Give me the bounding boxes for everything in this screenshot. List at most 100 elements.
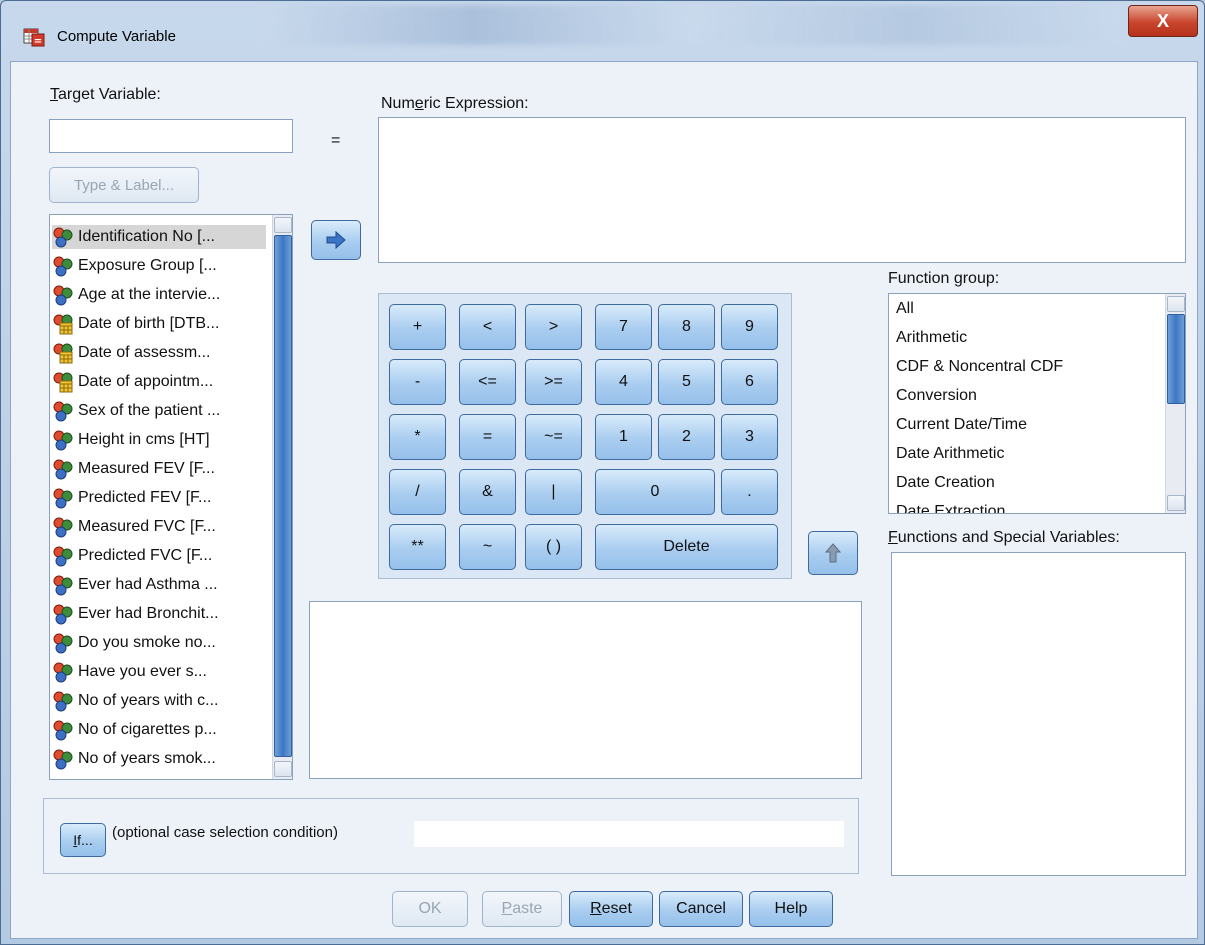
variable-label: Height in cms [HT] [78, 431, 210, 448]
variable-list-item[interactable]: No of years with c... [52, 689, 266, 713]
variable-label: No of years with c... [78, 692, 219, 709]
keypad-k9-button[interactable]: 9 [721, 304, 778, 350]
keypad-mult-button[interactable]: * [389, 414, 446, 460]
keypad-le-button[interactable]: <= [459, 359, 516, 405]
variable-list-item[interactable]: Date of appointm... [52, 370, 266, 394]
variable-list-item[interactable]: Measured FEV [F... [52, 457, 266, 481]
variable-list-item[interactable]: Identification No [... [52, 225, 266, 249]
type-and-label-button[interactable]: Type & Label... [49, 167, 199, 203]
numeric-expression-input[interactable] [378, 117, 1186, 263]
keypad-pow-button[interactable]: ** [389, 524, 446, 570]
variable-list-item[interactable]: No of years smok... [52, 747, 266, 771]
function-group-item[interactable]: CDF & Noncentral CDF [896, 358, 1063, 376]
if-button[interactable]: If... [60, 823, 106, 857]
function-group-item[interactable]: Arithmetic [896, 329, 967, 347]
nominal-variable-icon [53, 662, 73, 683]
function-group-item[interactable]: Date Creation [896, 474, 995, 492]
variables-scrollbar[interactable] [272, 215, 292, 779]
keypad-k7-button[interactable]: 7 [595, 304, 652, 350]
arrow-right-icon [326, 231, 346, 249]
keypad-paren-button[interactable]: ( ) [525, 524, 582, 570]
nominal-variable-icon [53, 488, 73, 509]
date-variable-icon [53, 314, 73, 335]
close-button[interactable]: X [1128, 5, 1198, 37]
keypad-gt-button[interactable]: > [525, 304, 582, 350]
keypad-k4-button[interactable]: 4 [595, 359, 652, 405]
case-selection-group: If... (optional case selection condition… [43, 798, 859, 874]
move-function-button[interactable] [808, 531, 858, 575]
nominal-variable-icon [53, 604, 73, 625]
functions-special-variables-list[interactable] [891, 552, 1186, 876]
variable-list-item[interactable]: Do you smoke no... [52, 631, 266, 655]
blurred-background-strip [256, 5, 1126, 45]
cancel-button[interactable]: Cancel [659, 891, 743, 927]
function-group-scrollbar[interactable] [1165, 294, 1185, 513]
variable-label: Measured FEV [F... [78, 460, 215, 477]
nominal-variable-icon [53, 430, 73, 451]
function-group-item[interactable]: All [896, 300, 914, 318]
function-group-list[interactable]: All Arithmetic CDF & Noncentral CDF Convers… [888, 293, 1186, 514]
keypad-not-button[interactable]: ~ [459, 524, 516, 570]
keypad-k6-button[interactable]: 6 [721, 359, 778, 405]
nominal-variable-icon [53, 517, 73, 538]
help-button[interactable]: Help [749, 891, 833, 927]
scroll-thumb[interactable] [274, 235, 292, 757]
function-group-item[interactable]: Current Date/Time [896, 416, 1027, 434]
variable-list-item[interactable]: Measured FVC [F... [52, 515, 266, 539]
date-variable-icon [53, 343, 73, 364]
if-condition-field [414, 821, 844, 847]
keypad-ne-button[interactable]: ~= [525, 414, 582, 460]
scroll-down-arrow[interactable] [274, 761, 292, 777]
keypad-lt-button[interactable]: < [459, 304, 516, 350]
keypad-delete-button[interactable]: Delete [595, 524, 778, 570]
reset-button[interactable]: Reset [569, 891, 653, 927]
ok-button[interactable]: OK [392, 891, 468, 927]
paste-button[interactable]: Paste [482, 891, 562, 927]
keypad-k2-button[interactable]: 2 [658, 414, 715, 460]
variable-list-item[interactable]: Ever had Asthma ... [52, 573, 266, 597]
keypad-ge-button[interactable]: >= [525, 359, 582, 405]
variable-list-item[interactable]: Age at the intervie... [52, 283, 266, 307]
variable-list-item[interactable]: Height in cms [HT] [52, 428, 266, 452]
move-to-expression-button[interactable] [311, 220, 361, 260]
keypad-eq-button[interactable]: = [459, 414, 516, 460]
keypad-and-button[interactable]: & [459, 469, 516, 515]
keypad-dot-button[interactable]: . [721, 469, 778, 515]
window-title: Compute Variable [57, 28, 176, 45]
fg-scroll-thumb[interactable] [1167, 314, 1185, 404]
variable-list-item[interactable]: No of cigarettes p... [52, 718, 266, 742]
keypad-minus-button[interactable]: - [389, 359, 446, 405]
variable-list-item[interactable]: Predicted FVC [F... [52, 544, 266, 568]
keypad-or-button[interactable]: | [525, 469, 582, 515]
keypad-div-button[interactable]: / [389, 469, 446, 515]
nominal-variable-icon [53, 720, 73, 741]
variable-list-item[interactable]: Exposure Group [... [52, 254, 266, 278]
scroll-up-arrow[interactable] [274, 217, 292, 233]
functions-special-variables-label: Functions and Special Variables: [888, 529, 1120, 546]
keypad-k1-button[interactable]: 1 [595, 414, 652, 460]
nominal-variable-icon [53, 633, 73, 654]
variable-label: Measured FVC [F... [78, 518, 216, 535]
variable-list-item[interactable]: Date of assessm... [52, 341, 266, 365]
variable-list-item[interactable]: Predicted FEV [F... [52, 486, 266, 510]
variable-label: Have you ever s... [78, 663, 207, 680]
function-group-item[interactable]: Conversion [896, 387, 977, 405]
source-variables-list[interactable]: Identification No [... Exposure Group [..… [49, 214, 293, 780]
arrow-up-icon [825, 543, 841, 563]
target-variable-input[interactable] [49, 119, 293, 153]
title-bar[interactable]: = Compute Variable X [1, 1, 1204, 61]
variable-list-item[interactable]: Ever had Bronchit... [52, 602, 266, 626]
function-group-item[interactable]: Date Arithmetic [896, 445, 1004, 463]
nominal-variable-icon [53, 459, 73, 480]
keypad-k5-button[interactable]: 5 [658, 359, 715, 405]
keypad-k0-button[interactable]: 0 [595, 469, 715, 515]
fg-scroll-down-arrow[interactable] [1167, 495, 1185, 511]
fg-scroll-up-arrow[interactable] [1167, 296, 1185, 312]
keypad-plus-button[interactable]: + [389, 304, 446, 350]
keypad-k3-button[interactable]: 3 [721, 414, 778, 460]
function-group-item[interactable]: Date Extraction [896, 503, 1005, 513]
variable-list-item[interactable]: Have you ever s... [52, 660, 266, 684]
variable-list-item[interactable]: Date of birth [DTB... [52, 312, 266, 336]
variable-list-item[interactable]: Sex of the patient ... [52, 399, 266, 423]
keypad-k8-button[interactable]: 8 [658, 304, 715, 350]
